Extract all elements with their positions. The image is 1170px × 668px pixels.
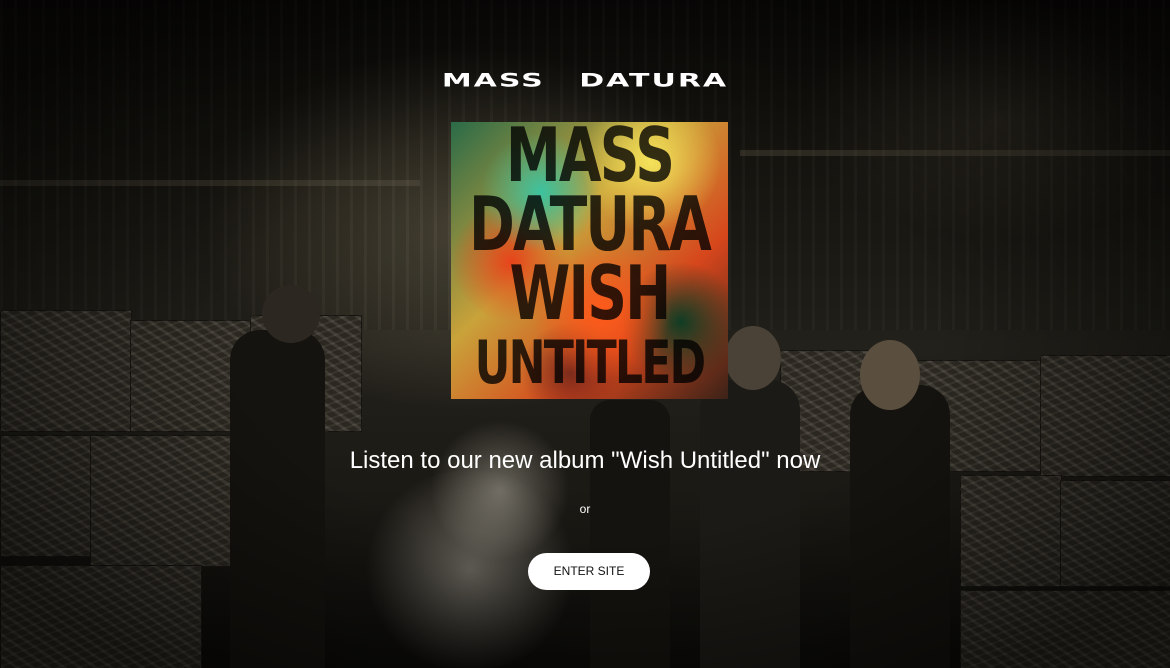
album-promo-link[interactable]: Listen to our new album "Wish Untitled" … <box>0 446 1170 476</box>
album-cover-line: UNTITLED <box>474 327 707 398</box>
separator-text: or <box>579 502 591 516</box>
album-cover-lettering: MASS DATURA WISH UNTITLED <box>451 122 728 399</box>
enter-site-button[interactable]: ENTER SITE <box>528 553 650 590</box>
band-logo: MASS DATURA <box>441 70 729 92</box>
landing-page: MASS DATURA MASS DATURA WISH UNTITLED Li… <box>0 0 1170 668</box>
content-overlay: MASS DATURA MASS DATURA WISH UNTITLED Li… <box>0 0 1170 668</box>
album-cover: MASS DATURA WISH UNTITLED <box>451 122 728 399</box>
